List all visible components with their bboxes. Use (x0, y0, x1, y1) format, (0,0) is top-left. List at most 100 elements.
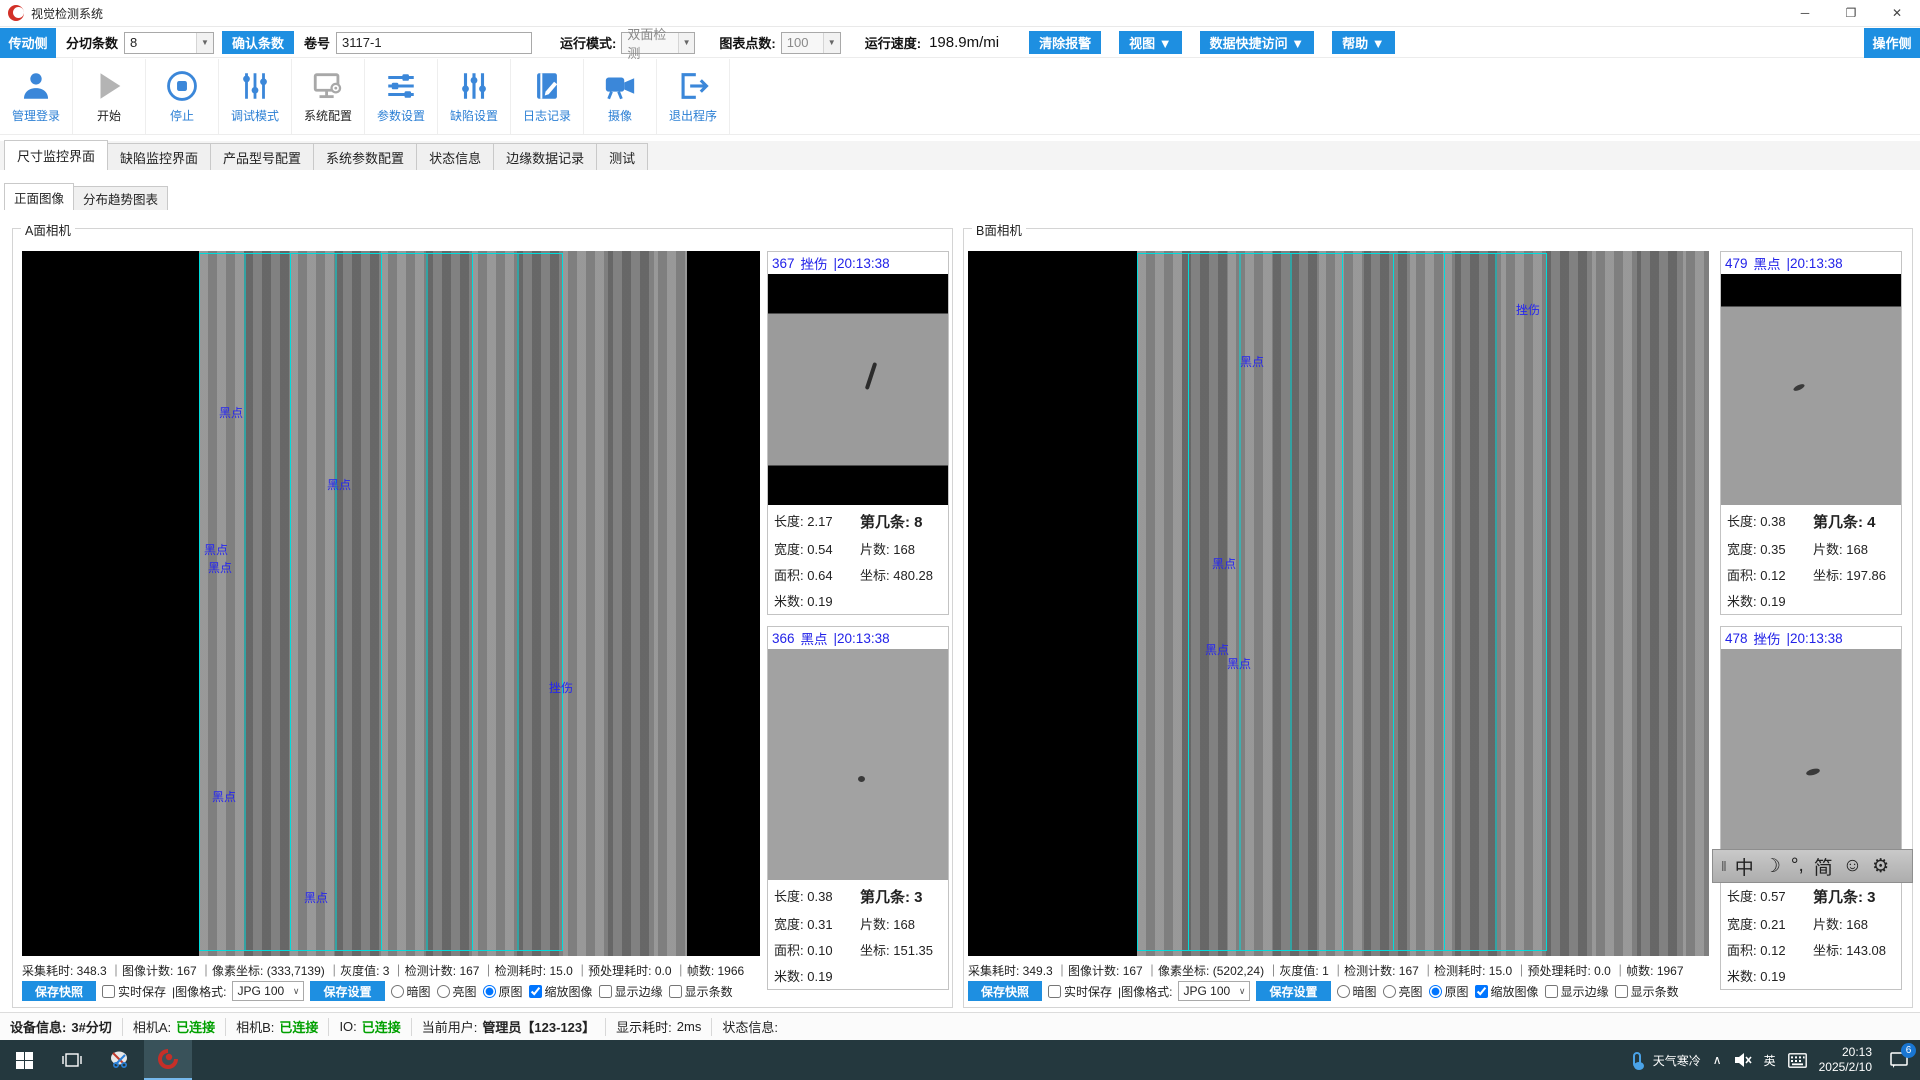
save-snapshot-button[interactable]: 保存快照 (968, 981, 1042, 1001)
debug-mode-button[interactable]: 调试模式 (219, 59, 292, 134)
dark-image-radio[interactable] (1337, 985, 1350, 998)
chevron-down-icon[interactable]: ▼ (823, 33, 840, 53)
ime-simplified-icon[interactable]: 简 (1814, 853, 1833, 880)
dark-image-radio[interactable] (391, 985, 404, 998)
defect-settings-button[interactable]: 缺陷设置 (438, 59, 511, 134)
zoom-image-checkbox[interactable] (1475, 985, 1488, 998)
run-mode-select[interactable]: 双面检测 ▼ (621, 32, 695, 54)
ime-moon-icon[interactable]: ☽ (1764, 855, 1781, 878)
bright-image-radio[interactable] (1383, 985, 1396, 998)
bright-image-radio[interactable] (437, 985, 450, 998)
minimize-button[interactable]: ─ (1782, 0, 1828, 26)
data-quick-access-button[interactable]: 数据快捷访问 ▼ (1200, 31, 1314, 54)
tab-product-model[interactable]: 产品型号配置 (210, 143, 314, 170)
view-menu-button[interactable]: 视图 ▼ (1119, 31, 1181, 54)
ime-punctuation-icon[interactable]: °, (1791, 855, 1804, 877)
action-center-button[interactable]: 6 (1884, 1047, 1914, 1073)
show-count-checkbox[interactable] (1615, 985, 1628, 998)
defect-mark: 挫伤 (1516, 301, 1540, 318)
chevron-down-icon[interactable]: ▼ (678, 33, 695, 53)
chart-points-value: 100 (787, 35, 809, 50)
strip-count-select[interactable]: 8 ▼ (124, 32, 214, 54)
defect-thumbnail[interactable] (768, 274, 948, 505)
snipping-tool-button[interactable] (96, 1040, 144, 1080)
defect-card[interactable]: 479 黑点 |20:13:38 长度: 0.38 第几条: 4 宽度: 0.3… (1720, 251, 1902, 615)
width-value: 0.35 (1760, 542, 1785, 557)
realtime-save-checkbox[interactable] (102, 985, 115, 998)
start-button[interactable]: 开始 (73, 59, 146, 134)
defect-thumbnail[interactable] (768, 649, 948, 880)
defect-thumbnail[interactable] (1721, 274, 1901, 505)
help-menu-button[interactable]: 帮助 ▼ (1332, 31, 1394, 54)
camera-image-b[interactable]: 挫伤 黑点 黑点 黑点 黑点 (968, 251, 1709, 956)
roll-number-input[interactable] (336, 32, 532, 54)
defect-card[interactable]: 478 挫伤 |20:13:38 长度: 0.57 第几条: 3 宽度: 0.2… (1720, 626, 1902, 990)
task-view-button[interactable] (48, 1040, 96, 1080)
subtab-front-image[interactable]: 正面图像 (4, 183, 74, 210)
scissors-icon (109, 1049, 131, 1071)
vision-app-taskbar-button[interactable] (144, 1040, 192, 1080)
drive-side-button[interactable]: 传动侧 (0, 28, 56, 58)
param-settings-button[interactable]: 参数设置 (365, 59, 438, 134)
log-record-button[interactable]: 日志记录 (511, 59, 584, 134)
defect-card[interactable]: 367 挫伤 |20:13:38 长度: 2.17 第几条: 8 宽度: 0.5… (767, 251, 949, 615)
clear-alarm-button[interactable]: 清除报警 (1029, 31, 1101, 54)
image-format-select[interactable]: JPG 100∨ (232, 981, 304, 1001)
thermometer-icon[interactable] (1633, 1052, 1641, 1068)
admin-login-button[interactable]: 管理登录 (0, 59, 73, 134)
save-settings-button[interactable]: 保存设置 (310, 981, 384, 1001)
camera-image-a[interactable]: 黑点 黑点 黑点 黑点 挫伤 黑点 黑点 (22, 251, 760, 956)
hidden-icons-chevron[interactable]: ∧ (1713, 1053, 1722, 1067)
defect-card[interactable]: 366 黑点 |20:13:38 长度: 0.38 第几条: 3 宽度: 0.3… (767, 626, 949, 990)
start-button[interactable] (0, 1040, 48, 1080)
action-label: 缺陷设置 (450, 107, 498, 124)
operator-side-button[interactable]: 操作侧 (1864, 28, 1920, 58)
ime-emoji-icon[interactable]: ☺ (1843, 855, 1862, 877)
stop-button[interactable]: 停止 (146, 59, 219, 134)
save-snapshot-button[interactable]: 保存快照 (22, 981, 96, 1001)
close-button[interactable]: ✕ (1874, 0, 1920, 26)
realtime-save-checkbox[interactable] (1048, 985, 1061, 998)
confirm-strips-button[interactable]: 确认条数 (222, 31, 294, 54)
strip-label: 第几条: (860, 889, 910, 906)
chevron-down-icon[interactable]: ▼ (196, 33, 213, 53)
maximize-button[interactable]: ❐ (1828, 0, 1874, 26)
exit-program-button[interactable]: 退出程序 (657, 59, 730, 134)
show-edge-checkbox[interactable] (1545, 985, 1558, 998)
system-config-button[interactable]: 系统配置 (292, 59, 365, 134)
image-format-select[interactable]: JPG 100∨ (1178, 981, 1250, 1001)
show-count-checkbox[interactable] (669, 985, 682, 998)
touch-keyboard-icon[interactable] (1788, 1053, 1807, 1068)
subtab-trend-chart[interactable]: 分布趋势图表 (73, 186, 168, 210)
ime-drag-handle[interactable]: ‖ (1721, 858, 1725, 874)
tab-status-info[interactable]: 状态信息 (416, 143, 494, 170)
width-label: 宽度: (774, 542, 804, 557)
length-label: 长度: (774, 889, 804, 904)
ime-language-bar[interactable]: ‖ 中 ☽ °, 简 ☺ ⚙ (1712, 849, 1913, 883)
tab-size-monitor[interactable]: 尺寸监控界面 (4, 140, 108, 170)
chart-points-select[interactable]: 100 ▼ (781, 32, 841, 54)
area-value: 0.12 (1760, 568, 1785, 583)
tab-test[interactable]: 测试 (596, 143, 648, 170)
defect-thumbnail[interactable] (1721, 649, 1901, 880)
panel-stats-line: 采集耗时: 348.3 ｜图像计数: 167 ｜像素坐标: (333,7139)… (22, 962, 744, 979)
volume-muted-icon[interactable] (1734, 1052, 1752, 1068)
original-image-label: 原图 (499, 983, 523, 1000)
tab-system-params[interactable]: 系统参数配置 (313, 143, 417, 170)
clock-time: 20:13 (1819, 1045, 1872, 1060)
input-language-indicator[interactable]: 英 (1764, 1052, 1776, 1069)
show-edge-checkbox[interactable] (599, 985, 612, 998)
ime-chinese-mode[interactable]: 中 (1735, 853, 1754, 880)
capture-button[interactable]: 摄像 (584, 59, 657, 134)
weather-text[interactable]: 天气寒冷 (1653, 1052, 1701, 1069)
ime-settings-icon[interactable]: ⚙ (1872, 855, 1889, 878)
original-image-radio[interactable] (483, 985, 496, 998)
defect-time: |20:13:38 (1787, 256, 1843, 271)
pieces-value: 168 (893, 917, 915, 932)
zoom-image-checkbox[interactable] (529, 985, 542, 998)
tab-defect-monitor[interactable]: 缺陷监控界面 (107, 143, 211, 170)
save-settings-button[interactable]: 保存设置 (1256, 981, 1330, 1001)
taskbar-clock[interactable]: 20:13 2025/2/10 (1819, 1045, 1872, 1075)
tab-edge-data[interactable]: 边缘数据记录 (493, 143, 597, 170)
original-image-radio[interactable] (1429, 985, 1442, 998)
